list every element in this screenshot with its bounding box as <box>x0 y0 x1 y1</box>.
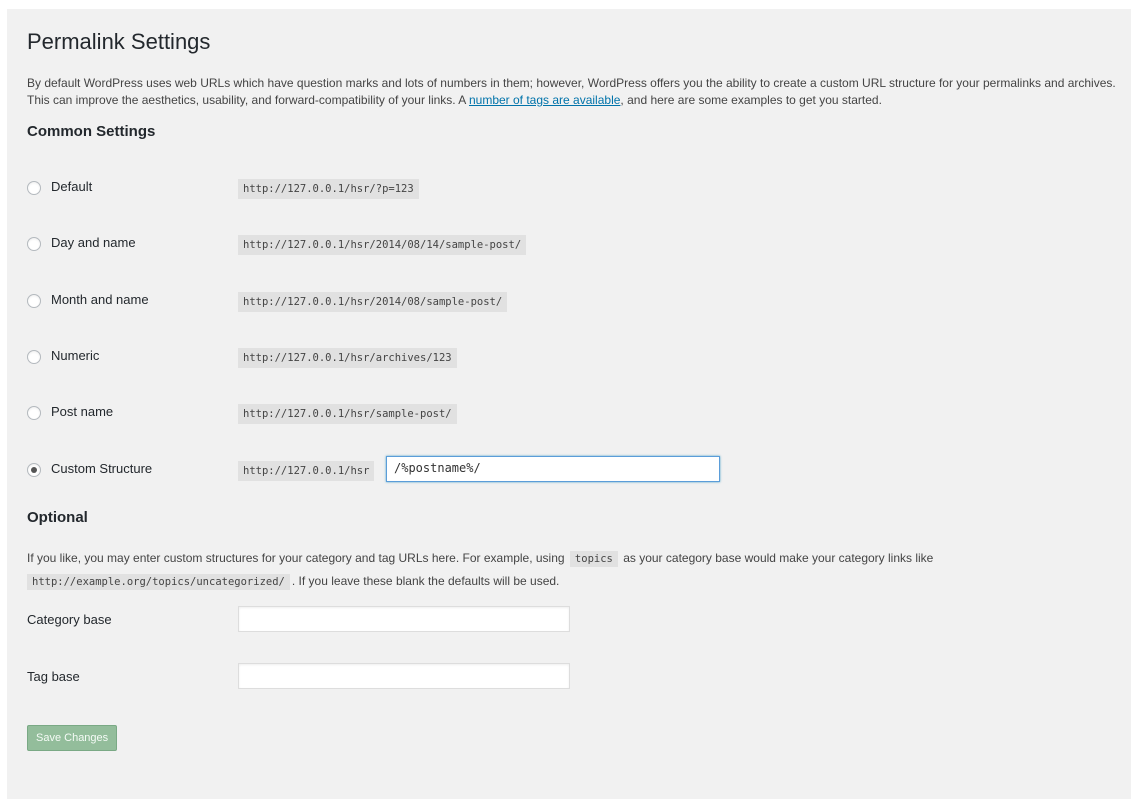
tags-available-link[interactable]: number of tags are available <box>469 93 620 107</box>
radio-month-and-name[interactable] <box>27 294 41 308</box>
option-label-post-name: Post name <box>51 404 114 419</box>
page-title: Permalink Settings <box>27 29 211 54</box>
save-changes-button[interactable]: Save Changes <box>27 725 118 751</box>
option-post-name[interactable]: Post name http://127.0.0.1/hsr/sample-po… <box>27 402 1117 426</box>
radio-custom-structure[interactable] <box>27 463 41 477</box>
example-url-default: http://127.0.0.1/hsr/?p=123 <box>238 179 419 199</box>
intro-text: By default WordPress uses web URLs which… <box>27 75 1117 109</box>
example-url-post-name: http://127.0.0.1/hsr/sample-post/ <box>238 404 457 424</box>
intro-text-after: , and here are some examples to get you … <box>620 93 882 107</box>
tag-base-label: Tag base <box>27 669 80 684</box>
category-base-input[interactable] <box>238 606 570 632</box>
optional-code-topics: topics <box>569 551 618 567</box>
category-base-label: Category base <box>27 612 112 627</box>
radio-post-name[interactable] <box>27 406 41 420</box>
option-custom-structure[interactable]: Custom Structure http://127.0.0.1/hsr /%… <box>27 456 1117 483</box>
optional-text-2: as your category base would make your ca… <box>623 551 934 565</box>
option-month-and-name[interactable]: Month and name http://127.0.0.1/hsr/2014… <box>27 290 1117 314</box>
tag-base-input[interactable] <box>238 663 570 689</box>
option-label-numeric: Numeric <box>51 348 100 363</box>
option-label-custom-structure: Custom Structure <box>51 461 153 476</box>
optional-code-example-url: http://example.org/topics/uncategorized/ <box>27 574 290 590</box>
option-label-month-and-name: Month and name <box>51 292 149 307</box>
optional-description: If you like, you may enter custom struct… <box>27 547 1117 593</box>
option-numeric[interactable]: Numeric http://127.0.0.1/hsr/archives/12… <box>27 346 1117 370</box>
option-default[interactable]: Default http://127.0.0.1/hsr/?p=123 <box>27 177 1117 201</box>
custom-structure-input[interactable]: /%postname%/ <box>386 456 720 482</box>
settings-panel: Permalink Settings By default WordPress … <box>7 9 1131 799</box>
radio-default[interactable] <box>27 181 41 195</box>
option-day-and-name[interactable]: Day and name http://127.0.0.1/hsr/2014/0… <box>27 233 1117 257</box>
common-settings-heading: Common Settings <box>27 123 156 140</box>
option-label-day-and-name: Day and name <box>51 235 136 250</box>
example-url-day-and-name: http://127.0.0.1/hsr/2014/08/14/sample-p… <box>238 235 527 255</box>
option-label-default: Default <box>51 179 93 194</box>
optional-text-1: If you like, you may enter custom struct… <box>27 551 565 565</box>
example-url-custom-base: http://127.0.0.1/hsr <box>238 461 375 481</box>
radio-day-and-name[interactable] <box>27 237 41 251</box>
example-url-numeric: http://127.0.0.1/hsr/archives/123 <box>238 348 457 368</box>
optional-text-3: . If you leave these blank the defaults … <box>291 574 560 588</box>
optional-heading: Optional <box>27 509 88 526</box>
radio-numeric[interactable] <box>27 350 41 364</box>
example-url-month-and-name: http://127.0.0.1/hsr/2014/08/sample-post… <box>238 292 508 312</box>
